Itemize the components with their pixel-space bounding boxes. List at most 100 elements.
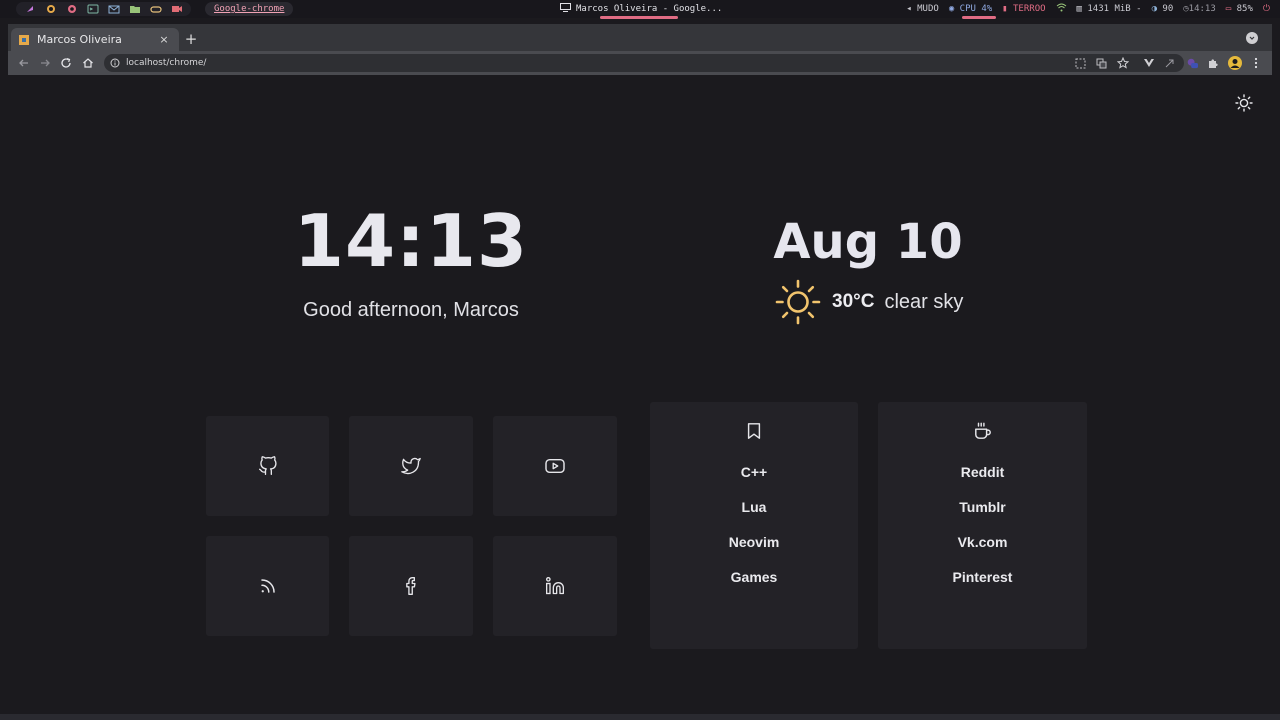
github-link-card[interactable] [206,416,329,516]
back-arrow-icon[interactable] [17,56,31,70]
brightness-icon: ◑ [1151,4,1163,14]
clock: 14:13 [293,199,529,283]
thermometer-icon: ▮ [1002,4,1014,14]
facebook-link-card[interactable] [349,536,473,636]
bookmark-link[interactable]: Neovim [650,534,858,569]
memory-label: 1431 MiB - [1087,4,1142,14]
site-info-icon[interactable] [110,58,120,68]
coffee-icon [878,422,1087,440]
github-icon [258,456,278,476]
date: Aug 10 [773,214,963,270]
temp-status: ▮ TERROO [1002,4,1045,14]
tab-title: Marcos Oliveira [37,33,122,46]
brightness-status[interactable]: ◑ 90 [1152,4,1174,14]
leisure-card: Reddit Tumblr Vk.com Pinterest [878,402,1087,649]
linkedin-icon [545,576,565,596]
temp-label: TERROO [1013,4,1046,14]
reload-icon[interactable] [59,56,73,70]
brightness-label: 90 [1162,4,1174,14]
browser-toolbar: localhost/chrome/ [8,51,1272,75]
browser-window: Marcos Oliveira × + localhost/chrome/ 14… [8,24,1272,718]
tab-active[interactable]: Marcos Oliveira × [11,28,179,51]
tab-strip: Marcos Oliveira × + [8,24,1272,51]
linkedin-link-card[interactable] [493,536,617,636]
bookmarks-list: C++ Lua Neovim Games [650,464,858,604]
tab-close-icon[interactable]: × [157,33,171,46]
cpu-status: ◉ CPU 4% [949,4,992,14]
wifi-icon[interactable] [1056,3,1067,15]
extension-arrow-icon[interactable] [1164,57,1176,69]
twitter-link-card[interactable] [349,416,473,516]
leisure-list: Reddit Tumblr Vk.com Pinterest [878,464,1087,604]
cpu-icon: ◉ [948,4,960,14]
firefox-icon[interactable] [45,4,57,14]
startpage: 14:13 Good afternoon, Marcos Aug 10 30°C… [8,75,1272,718]
greeting: Good afternoon, Marcos [303,299,519,321]
window-title-text: Marcos Oliveira - Google... [576,4,723,14]
volume-status[interactable]: ◂ MUDO [906,4,939,14]
bookmark-link[interactable]: Lua [650,499,858,534]
weather: 30°C clear sky [774,277,963,327]
terminal-icon[interactable] [87,4,99,14]
tab-favicon-icon [19,34,29,45]
theme-toggle-sun-icon[interactable] [1234,93,1254,113]
profile-avatar[interactable] [1228,56,1242,70]
weather-temperature: 30°C [832,291,875,312]
monitor-icon [560,3,571,15]
launcher-icon[interactable] [24,4,36,14]
leisure-link[interactable]: Vk.com [878,534,1087,569]
leisure-link[interactable]: Pinterest [878,569,1087,604]
battery-status: ▭ 85% [1226,4,1253,14]
battery-icon: ▭ [1225,4,1237,14]
bookmark-link[interactable]: Games [650,569,858,604]
weather-description: clear sky [884,290,964,313]
system-top-bar: Google-chrome Marcos Oliveira - Google..… [0,0,1280,19]
more-menu-icon[interactable] [1250,57,1262,69]
new-tab-button[interactable]: + [182,30,200,48]
mute-label: MUDO [917,4,939,14]
tab-search-icon[interactable] [1246,32,1258,44]
bookmark-icon [650,422,858,440]
cpu-label: CPU 4% [959,4,993,14]
memory-status: ▥ 1431 MiB - [1077,4,1142,14]
workspace-icons [16,2,191,16]
bookmark-link[interactable]: C++ [650,464,858,499]
active-window-label[interactable]: Google-chrome [205,2,294,16]
status-accent [962,16,996,19]
extension-badge-icon[interactable] [1186,57,1198,69]
clock-status: ◷14:13 [1183,4,1216,14]
video-icon[interactable] [171,4,183,14]
battery-label: 85% [1236,4,1253,14]
youtube-icon [544,457,566,475]
translate-icon[interactable] [1095,57,1107,69]
bookmarks-card: C++ Lua Neovim Games [650,402,858,649]
sun-icon [774,278,822,326]
power-icon[interactable]: ⏻ [1263,4,1270,14]
title-accent [600,16,678,19]
leisure-link[interactable]: Tumblr [878,499,1087,534]
screenshot-icon[interactable] [1074,57,1086,69]
leisure-link[interactable]: Reddit [878,464,1087,499]
facebook-icon [403,576,419,596]
speaker-icon: ◂ [906,4,918,14]
address-bar[interactable]: localhost/chrome/ [104,54,1184,72]
bookmark-star-icon[interactable] [1117,57,1129,69]
gamepad-icon[interactable] [150,4,162,14]
vue-devtools-icon[interactable] [1143,57,1155,69]
youtube-link-card[interactable] [493,416,617,516]
forward-arrow-icon[interactable] [38,56,52,70]
desktop-bottom-edge [0,714,1280,720]
rss-link-card[interactable] [206,536,329,636]
home-icon[interactable] [81,56,95,70]
extensions-puzzle-icon[interactable] [1207,57,1219,69]
chrome-icon[interactable] [66,4,78,14]
url-text: localhost/chrome/ [126,58,207,68]
folder-icon[interactable] [129,4,141,14]
mail-icon[interactable] [108,4,120,14]
window-title: Marcos Oliveira - Google... [560,3,722,15]
twitter-icon [401,456,421,476]
rss-icon [259,577,277,595]
status-area: ◂ MUDO ◉ CPU 4% ▮ TERROO ▥ 1431 MiB - ◑ … [906,3,1270,15]
time-label: 14:13 [1188,4,1216,14]
chart-icon: ▥ [1076,4,1088,14]
